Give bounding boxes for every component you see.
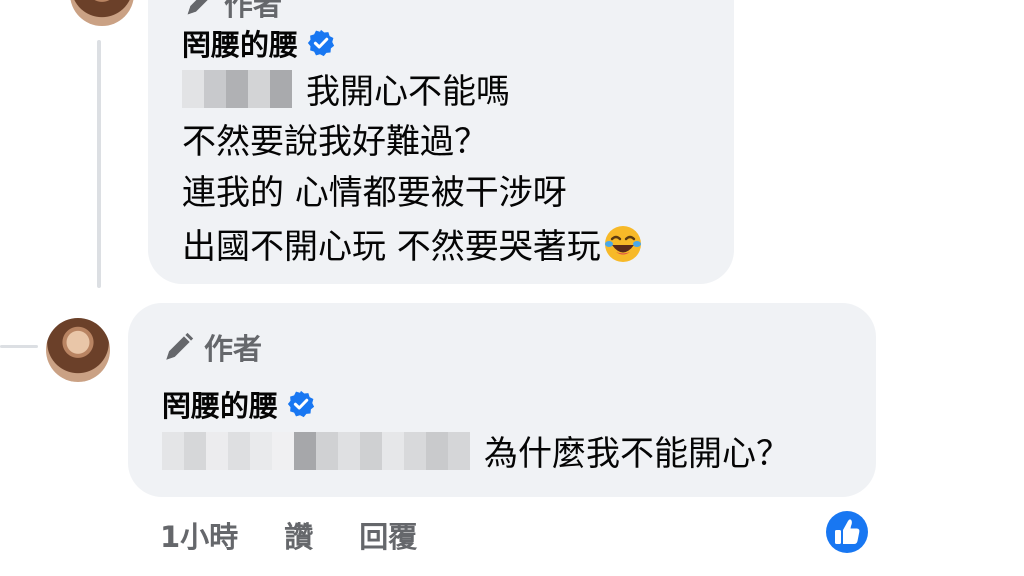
comment-text: 連我的 心情都要被干涉呀 xyxy=(182,173,567,213)
comment-text: 不然要說我好難過？ xyxy=(182,122,488,162)
like-button[interactable]: 讚 xyxy=(284,514,313,556)
verified-badge-icon xyxy=(287,390,315,418)
comment-actions: 1小時 讚 回覆 xyxy=(160,514,417,556)
redacted-mention xyxy=(182,69,292,108)
commenter-name-text[interactable]: 罔腰的腰 xyxy=(182,22,298,64)
author-badge: 作者 xyxy=(182,0,282,24)
verified-badge-icon xyxy=(307,29,335,57)
thumbs-up-reaction-icon[interactable] xyxy=(822,507,872,557)
timestamp-link[interactable]: 1小時 xyxy=(160,514,238,556)
pencil-icon xyxy=(166,332,194,360)
author-badge-label: 作者 xyxy=(204,332,263,366)
commenter-name[interactable]: 罔腰的腰 xyxy=(182,22,336,64)
pencil-icon xyxy=(187,0,208,15)
avatar[interactable] xyxy=(70,0,134,26)
comment-text: 為什麼我不能開心？ xyxy=(484,434,790,474)
comment-line: 連我的 心情都要被干涉呀 xyxy=(182,165,567,214)
comment-text: 出國不開心玩 不然要哭著玩 xyxy=(182,227,601,267)
comment-text: 我開心不能嗎 xyxy=(306,72,510,112)
reply-button[interactable]: 回覆 xyxy=(359,514,417,556)
laughing-emoji-icon xyxy=(604,225,641,262)
comment-line: 為什麼我不能開心？ xyxy=(162,426,790,475)
commenter-name-text[interactable]: 罔腰的腰 xyxy=(162,383,278,425)
comment-thread: 作者 罔腰的腰 我開心不能嗎 不然要說我好難過？ 連我的 心情都要被干涉呀 出國… xyxy=(0,0,1024,576)
author-badge-label: 作者 xyxy=(224,0,283,22)
comment-line: 我開心不能嗎 xyxy=(182,64,510,113)
thread-line-horizontal xyxy=(0,345,38,348)
commenter-name[interactable]: 罔腰的腰 xyxy=(162,383,316,425)
author-badge: 作者 xyxy=(162,326,262,368)
thread-line-vertical xyxy=(97,40,101,288)
redacted-mention xyxy=(162,431,470,470)
comment-line: 出國不開心玩 不然要哭著玩 xyxy=(182,219,643,268)
comment-line: 不然要說我好難過？ xyxy=(182,114,488,163)
avatar[interactable] xyxy=(46,318,110,382)
